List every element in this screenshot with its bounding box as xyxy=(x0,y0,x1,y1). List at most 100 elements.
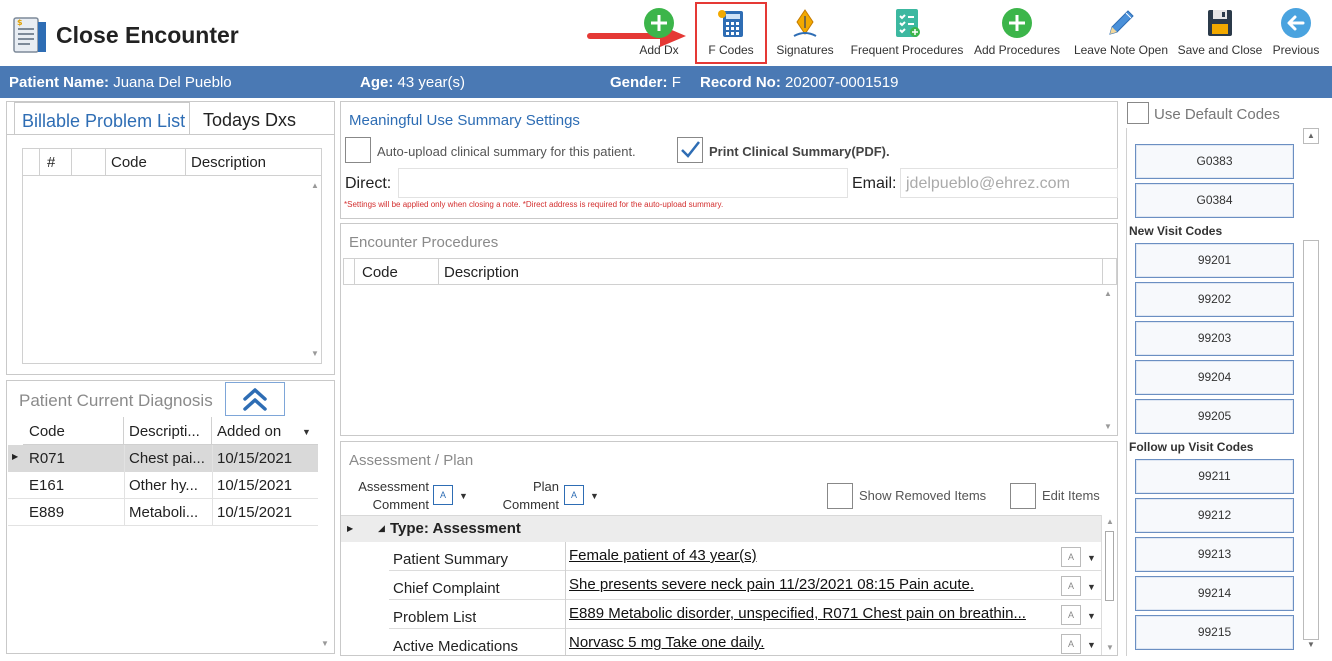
pencil-icon xyxy=(1109,10,1134,35)
column-header[interactable]: Code xyxy=(111,154,147,171)
filter-dropdown-icon[interactable]: ▼ xyxy=(302,427,311,437)
auto-upload-checkbox[interactable] xyxy=(345,137,371,163)
assessment-row[interactable]: Problem List E889 Metabolic disorder, un… xyxy=(389,600,1101,629)
chevron-down-icon[interactable]: ▼ xyxy=(1087,582,1096,592)
code-button-99201[interactable]: 99201 xyxy=(1135,243,1294,278)
scroll-up-icon[interactable]: ▲ xyxy=(1102,289,1114,298)
print-summary-checkbox[interactable] xyxy=(677,137,703,163)
pen-nib-icon xyxy=(793,9,817,37)
text-format-icon[interactable]: A xyxy=(1061,547,1081,567)
patient-gender: Gender: F xyxy=(610,74,681,91)
assessment-comment-label: Assessment Comment xyxy=(358,479,429,512)
edit-items-checkbox[interactable] xyxy=(1010,483,1036,509)
add-procedures-button[interactable]: Add Procedures xyxy=(972,4,1062,64)
code-button-99214[interactable]: 99214 xyxy=(1135,576,1294,611)
floppy-disk-icon xyxy=(1208,10,1232,36)
plan-comment-label: Plan Comment xyxy=(502,479,559,512)
collapse-button[interactable] xyxy=(225,382,285,416)
table-row[interactable]: E161 Other hy... 10/15/2021 xyxy=(8,472,318,499)
code-button-99211[interactable]: 99211 xyxy=(1135,459,1294,494)
table-row[interactable]: ▶ R071 Chest pai... 10/15/2021 xyxy=(8,445,318,472)
chevron-down-icon: ▼ xyxy=(459,491,468,501)
direct-address-input[interactable] xyxy=(398,168,848,198)
code-button-99212[interactable]: 99212 xyxy=(1135,498,1294,533)
scroll-down-icon[interactable]: ▼ xyxy=(309,349,321,358)
checklist-icon xyxy=(896,9,920,37)
leave-note-open-button[interactable]: Leave Note Open xyxy=(1072,4,1170,64)
new-visit-codes-heading: New Visit Codes xyxy=(1129,224,1223,238)
assessment-comment-dropdown[interactable]: A ▼ xyxy=(433,484,473,508)
grid-header: # Code Description xyxy=(22,148,322,176)
svg-text:$: $ xyxy=(17,18,23,27)
save-and-close-button[interactable]: Save and Close xyxy=(1176,4,1264,64)
scroll-down-icon[interactable]: ▼ xyxy=(319,639,331,648)
previous-button[interactable]: Previous xyxy=(1270,4,1322,64)
column-header[interactable]: # xyxy=(47,154,55,171)
plan-comment-dropdown[interactable]: A ▼ xyxy=(564,484,604,508)
clipboard-billing-icon: $ xyxy=(13,17,46,53)
tab-todays-dxs[interactable]: Todays Dxs xyxy=(203,110,296,131)
chevron-down-icon[interactable]: ▼ xyxy=(1087,611,1096,621)
text-format-icon: A xyxy=(433,485,453,505)
code-button-99215[interactable]: 99215 xyxy=(1135,615,1294,650)
chevron-down-icon[interactable]: ▼ xyxy=(1087,553,1096,563)
billable-problem-panel: Billable Problem List Todays Dxs # Code … xyxy=(6,101,335,375)
assessment-plan-panel: Assessment / Plan Assessment Comment A ▼… xyxy=(340,441,1118,656)
column-header[interactable]: Code xyxy=(362,264,398,281)
column-header[interactable]: Code xyxy=(29,423,65,440)
row-indicator-icon: ▶ xyxy=(347,524,354,533)
assessment-scrollbar[interactable]: ▲ ▼ xyxy=(1101,515,1117,655)
assessment-row[interactable]: Patient Summary Female patient of 43 yea… xyxy=(389,542,1101,571)
codes-scrollbar-thumb[interactable] xyxy=(1303,240,1319,640)
scrollbar-thumb[interactable] xyxy=(1105,531,1114,601)
column-header[interactable]: Descripti... xyxy=(129,423,200,440)
assessment-row[interactable]: Active Medications Norvasc 5 mg Take one… xyxy=(389,629,1101,655)
text-format-icon[interactable]: A xyxy=(1061,605,1081,625)
scroll-up-icon[interactable]: ▲ xyxy=(1104,517,1116,526)
use-default-codes-checkbox[interactable] xyxy=(1127,102,1149,124)
code-button-g0383[interactable]: G0383 xyxy=(1135,144,1294,179)
text-format-icon[interactable]: A xyxy=(1061,634,1081,654)
mu-title: Meaningful Use Summary Settings xyxy=(349,112,580,129)
chevron-down-icon: ▼ xyxy=(590,491,599,501)
code-button-99203[interactable]: 99203 xyxy=(1135,321,1294,356)
text-format-icon[interactable]: A xyxy=(1061,576,1081,596)
code-button-99205[interactable]: 99205 xyxy=(1135,399,1294,434)
chevron-down-icon[interactable]: ▼ xyxy=(1087,640,1096,650)
scroll-up-icon[interactable]: ▲ xyxy=(309,181,321,190)
meaningful-use-panel: Meaningful Use Summary Settings Auto-upl… xyxy=(340,101,1118,219)
f-codes-button[interactable]: F Codes xyxy=(698,4,764,64)
text-format-icon: A xyxy=(564,485,584,505)
signatures-button[interactable]: Signatures xyxy=(772,4,838,64)
email-label: Email: xyxy=(852,175,897,192)
billable-grid: # Code Description ▲ ▼ xyxy=(22,148,322,364)
scroll-down-icon[interactable]: ▼ xyxy=(1104,643,1116,652)
tab-billable-problem-list[interactable]: Billable Problem List xyxy=(14,102,190,135)
code-button-g0384[interactable]: G0384 xyxy=(1135,183,1294,218)
assessment-row[interactable]: Chief Complaint She presents severe neck… xyxy=(389,571,1101,600)
settings-note: *Settings will be applied only when clos… xyxy=(344,200,724,209)
show-removed-checkbox[interactable] xyxy=(827,483,853,509)
direct-label: Direct: xyxy=(345,175,392,192)
assessment-group-row[interactable]: ▶ ◢ Type: Assessment xyxy=(341,515,1101,542)
column-header[interactable]: Description xyxy=(444,264,519,281)
code-button-99213[interactable]: 99213 xyxy=(1135,537,1294,572)
add-dx-button[interactable]: Add Dx xyxy=(630,4,688,64)
add-circle-icon xyxy=(1002,8,1032,38)
column-header[interactable]: Added on xyxy=(217,423,281,440)
edit-items-label: Edit Items xyxy=(1042,488,1100,503)
scroll-down-icon[interactable]: ▼ xyxy=(1303,638,1319,654)
scroll-up-icon[interactable]: ▲ xyxy=(1303,128,1319,144)
scroll-down-icon[interactable]: ▼ xyxy=(1102,422,1114,431)
patient-age: Age: 43 year(s) xyxy=(360,74,466,91)
frequent-procedures-button[interactable]: Frequent Procedures xyxy=(848,4,966,64)
checkmark-icon xyxy=(681,141,700,158)
code-button-99204[interactable]: 99204 xyxy=(1135,360,1294,395)
column-header[interactable]: Description xyxy=(191,154,266,171)
collapse-triangle-icon[interactable]: ◢ xyxy=(378,523,385,534)
row-indicator-icon: ▶ xyxy=(12,452,19,461)
table-row[interactable]: E889 Metaboli... 10/15/2021 xyxy=(8,499,318,526)
show-removed-label: Show Removed Items xyxy=(859,488,987,503)
code-button-99202[interactable]: 99202 xyxy=(1135,282,1294,317)
email-input[interactable]: jdelpueblo@ehrez.com xyxy=(900,168,1118,198)
